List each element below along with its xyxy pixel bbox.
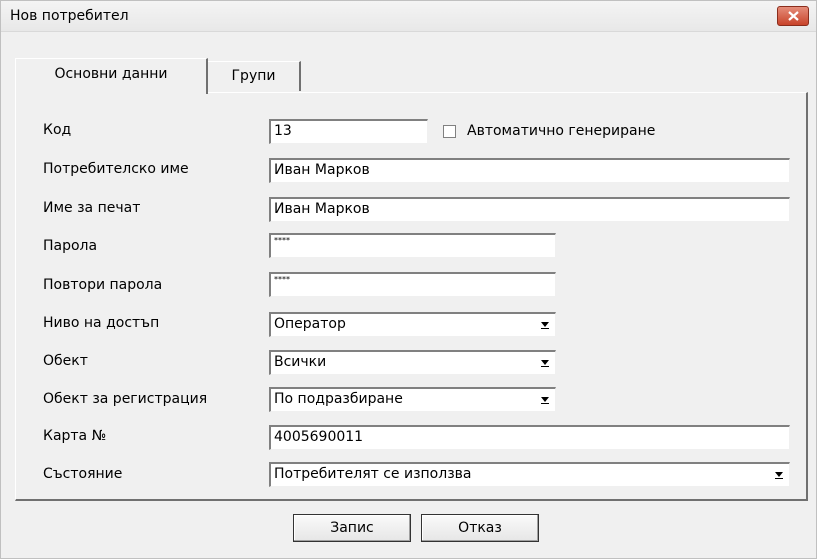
repeat-password-label: Повтори парола [43, 277, 163, 293]
status-value: Потребителят се използва [274, 466, 472, 482]
chevron-down-icon[interactable] [536, 391, 553, 409]
title-bar[interactable]: Нов потребител [1, 1, 816, 32]
status-label: Състояние [43, 466, 123, 482]
code-value: 13 [274, 123, 292, 139]
tab-groups[interactable]: Групи [208, 61, 301, 91]
close-icon [788, 11, 799, 21]
chevron-down-icon[interactable] [536, 354, 553, 372]
save-button[interactable]: Запис [293, 514, 411, 542]
close-button[interactable] [777, 6, 809, 26]
card-number-value: 4005690011 [274, 429, 364, 445]
card-number-label: Карта № [43, 428, 107, 444]
access-level-select[interactable]: Оператор [269, 312, 556, 337]
repeat-password-field[interactable]: **** [269, 272, 556, 297]
print-name-field[interactable]: Иван Марков [269, 197, 790, 222]
access-level-value: Оператор [274, 316, 346, 332]
cancel-button[interactable]: Отказ [421, 514, 539, 542]
registration-object-value: По подразбиране [274, 391, 403, 407]
window-title: Нов потребител [10, 8, 129, 24]
chevron-down-icon[interactable] [536, 316, 553, 334]
password-value: **** [274, 236, 290, 245]
chevron-down-icon[interactable] [770, 466, 787, 484]
username-field[interactable]: Иван Марков [269, 158, 790, 183]
code-field[interactable]: 13 [269, 119, 428, 144]
username-label: Потребителско име [43, 161, 189, 177]
repeat-password-value: **** [274, 275, 290, 284]
registration-object-label: Обект за регистрация [43, 391, 208, 407]
code-label: Код [43, 122, 72, 138]
password-field[interactable]: **** [269, 233, 556, 258]
auto-generate-label[interactable]: Автоматично генериране [467, 123, 655, 139]
registration-object-select[interactable]: По подразбиране [269, 387, 556, 412]
username-value: Иван Марков [274, 162, 370, 178]
object-select[interactable]: Всички [269, 350, 556, 375]
object-label: Обект [43, 353, 88, 369]
access-level-label: Ниво на достъп [43, 315, 160, 331]
status-select[interactable]: Потребителят се използва [269, 462, 790, 487]
tab-main-data[interactable]: Основни данни [15, 58, 208, 94]
object-value: Всички [274, 354, 327, 370]
new-user-dialog: Нов потребител Основни данни Групи Код 1… [0, 0, 817, 559]
password-label: Парола [43, 238, 98, 254]
print-name-value: Иван Марков [274, 201, 370, 217]
print-name-label: Име за печат [43, 200, 141, 216]
auto-generate-checkbox[interactable] [443, 125, 456, 138]
card-number-field[interactable]: 4005690011 [269, 425, 790, 450]
